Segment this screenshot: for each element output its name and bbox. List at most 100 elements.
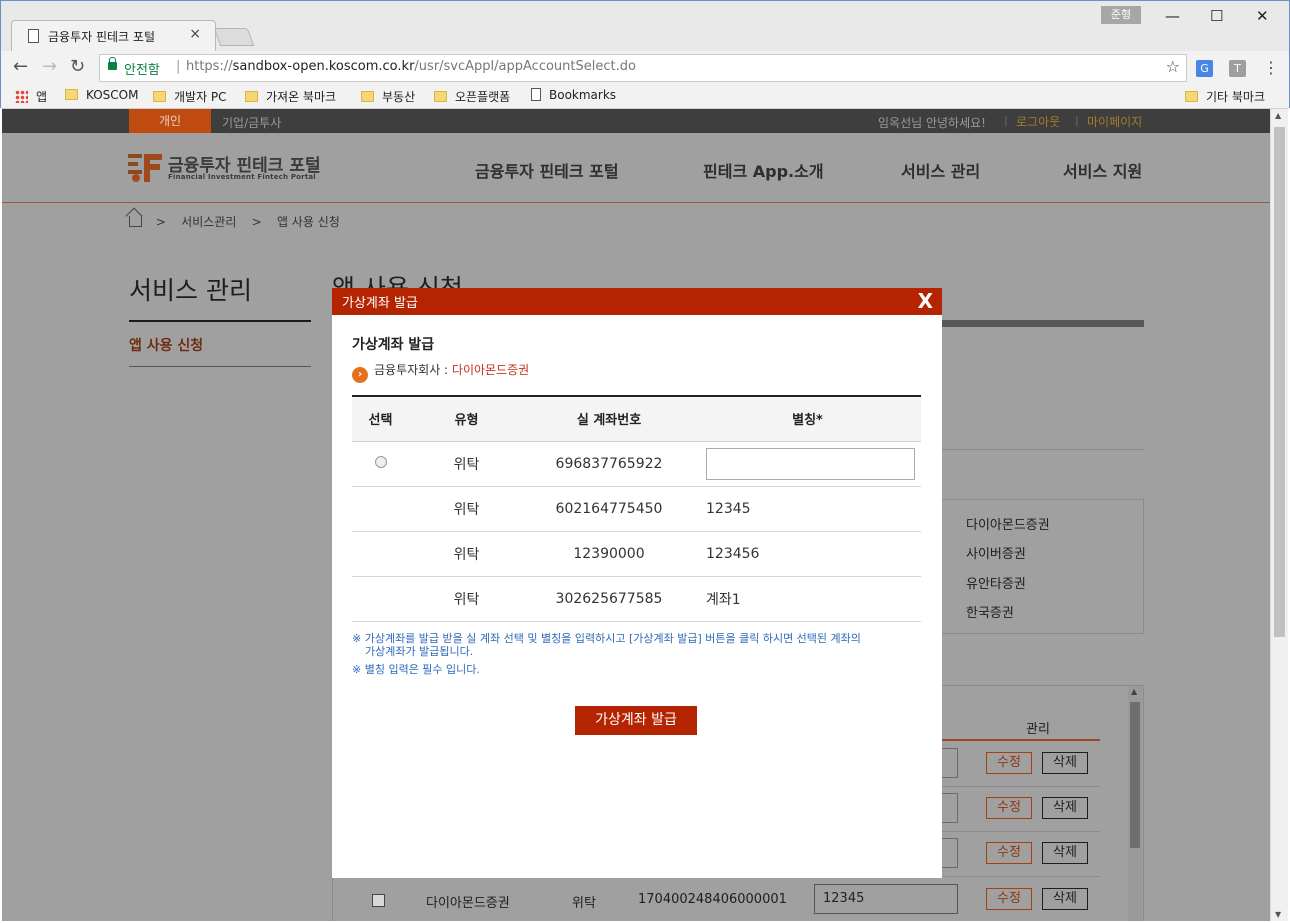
modal-header: 가상계좌 발급 X (332, 288, 942, 315)
bookmark-imported[interactable]: 가져온 북마크 (245, 88, 336, 105)
scroll-up-icon[interactable]: ▲ (1131, 687, 1137, 696)
scroll-down-icon[interactable]: ▼ (1275, 910, 1281, 919)
modal-header-title: 가상계좌 발급 (342, 296, 418, 311)
breadcrumb-chevron-icon: > (251, 215, 262, 229)
nav-service-manage[interactable]: 서비스 관리 (901, 158, 980, 182)
breadcrumb-chevron-icon: > (155, 215, 166, 229)
virtual-account-modal: 가상계좌 발급 X 가상계좌 발급 › 금융투자회사 : 다이아몬드증권 선택 유… (332, 288, 942, 878)
folder-icon (65, 89, 78, 100)
table-row: 위탁 12390000 123456 (352, 531, 921, 577)
url-text[interactable]: https://sandbox-open.koscom.co.kr/usr/sv… (186, 59, 636, 74)
row-account: 12390000 (524, 531, 694, 577)
nav-portal[interactable]: 금융투자 핀테크 포털 (475, 158, 619, 182)
forward-arrow-icon[interactable]: → (42, 56, 57, 77)
company-option[interactable]: 한국증권 (966, 602, 1014, 621)
row-account: 602164775450 (524, 486, 694, 532)
new-tab-button[interactable] (213, 28, 255, 46)
alias-input[interactable] (942, 838, 958, 868)
omnibox-separator: | (176, 59, 181, 74)
apps-grid-icon (15, 90, 28, 103)
breadcrumb-current: 앱 사용 신청 (276, 215, 340, 229)
profile-badge[interactable]: 준형 (1101, 6, 1141, 24)
t-extension-icon[interactable]: T (1229, 60, 1246, 77)
account-table: 선택 유형 실 계좌번호 별칭* 위탁 696837765922 위탁 6021… (352, 395, 921, 622)
browser-menu-icon[interactable]: ⋮ (1263, 58, 1279, 77)
row-type: 위탁 (572, 896, 596, 911)
bookmark-koscom[interactable]: KOSCOM (65, 88, 138, 102)
edit-button[interactable]: 수정 (986, 752, 1032, 774)
breadcrumb-item[interactable]: 서비스관리 (181, 215, 236, 229)
bookmark-realestate[interactable]: 부동산 (361, 88, 415, 105)
bookmark-star-icon[interactable]: ☆ (1166, 57, 1180, 76)
translate-extension-icon[interactable]: G (1196, 60, 1213, 77)
notice-required: ※ 별칭 입력은 필수 입니다. (352, 663, 480, 676)
page-icon (531, 88, 541, 101)
company-name: 다이아몬드증권 (451, 363, 530, 377)
browser-window: 금융투자 핀테크 포털 × 준형 — ☐ ✕ ← → ↻ 안전함 | https… (0, 0, 1290, 109)
row-type: 위탁 (409, 441, 524, 487)
delete-button[interactable]: 삭제 (1042, 797, 1088, 819)
edit-button[interactable]: 수정 (986, 797, 1032, 819)
bookmark-other[interactable]: 기타 북마크 (1185, 88, 1265, 105)
row-checkbox[interactable] (372, 894, 385, 907)
maximize-button[interactable]: ☐ (1210, 7, 1223, 25)
alias-input[interactable]: 12345 (814, 884, 958, 914)
table-row: 위탁 302625677585 계좌1 (352, 576, 921, 622)
nav-service-support[interactable]: 서비스 지원 (1063, 158, 1142, 182)
portal-logo-icon[interactable] (128, 152, 162, 184)
column-header-type: 유형 (409, 395, 524, 442)
edit-button[interactable]: 수정 (986, 888, 1032, 910)
scroll-up-icon[interactable]: ▲ (1275, 111, 1281, 120)
reload-icon[interactable]: ↻ (70, 56, 85, 77)
scroll-thumb[interactable] (1130, 702, 1140, 848)
address-bar[interactable]: 안전함 | https://sandbox-open.koscom.co.kr/… (99, 54, 1187, 82)
page-scrollbar[interactable]: ▲ ▼ (1270, 109, 1288, 921)
divider (942, 739, 1100, 741)
tab-corporate[interactable]: 기업/금투사 (222, 114, 281, 131)
column-header-manage: 관리 (1026, 722, 1050, 737)
back-arrow-icon[interactable]: ← (13, 56, 28, 77)
divider (129, 320, 311, 322)
row-company: 다이아몬드증권 (426, 896, 510, 911)
delete-button[interactable]: 삭제 (1042, 888, 1088, 910)
column-header-alias: 별칭* (694, 395, 921, 442)
account-select-radio[interactable] (374, 455, 387, 468)
bookmark-dev-pc[interactable]: 개발자 PC (153, 88, 227, 105)
delete-button[interactable]: 삭제 (1042, 752, 1088, 774)
minimize-button[interactable]: — (1165, 7, 1180, 25)
close-icon[interactable]: X (918, 289, 933, 313)
company-option[interactable]: 다이아몬드증권 (966, 514, 1050, 533)
edit-button[interactable]: 수정 (986, 842, 1032, 864)
close-window-button[interactable]: ✕ (1256, 7, 1269, 25)
home-icon[interactable] (129, 216, 142, 227)
issue-virtual-account-button[interactable]: 가상계좌 발급 (575, 706, 697, 735)
alias-input[interactable] (942, 793, 958, 823)
company-option[interactable]: 유안타증권 (966, 573, 1026, 592)
divider: | (1075, 114, 1079, 127)
alias-input[interactable] (706, 447, 915, 480)
folder-icon (1185, 91, 1198, 102)
company-option[interactable]: 사이버증권 (966, 543, 1026, 562)
bookmark-openplatform[interactable]: 오픈플랫폼 (434, 88, 510, 105)
row-type: 위탁 (409, 576, 524, 622)
row-account: 170400248406000001 (638, 892, 787, 907)
list-scrollbar[interactable]: ▲ (1128, 686, 1142, 921)
divider (129, 366, 311, 367)
alias-input[interactable] (942, 748, 958, 778)
mypage-link[interactable]: 마이페이지 (1087, 113, 1142, 130)
row-alias: 123456 (694, 531, 921, 577)
breadcrumb: > 서비스관리 > 앱 사용 신청 (129, 213, 340, 230)
scroll-thumb[interactable] (1274, 127, 1285, 637)
nav-app-intro[interactable]: 핀테크 App.소개 (703, 158, 824, 182)
row-account: 696837765922 (524, 441, 694, 487)
logout-link[interactable]: 로그아웃 (1016, 113, 1060, 130)
tab-personal[interactable]: 개인 (129, 109, 211, 133)
sidebar-item-app-apply[interactable]: 앱 사용 신청 (129, 335, 203, 355)
bookmark-apps[interactable]: 앱 (15, 88, 47, 105)
folder-icon (153, 91, 166, 102)
delete-button[interactable]: 삭제 (1042, 842, 1088, 864)
browser-tab[interactable]: 금융투자 핀테크 포털 × (11, 20, 216, 51)
tab-close-icon[interactable]: × (189, 26, 201, 42)
tab-title: 금융투자 핀테크 포털 (48, 30, 155, 44)
bookmark-bookmarks[interactable]: Bookmarks (531, 88, 616, 102)
